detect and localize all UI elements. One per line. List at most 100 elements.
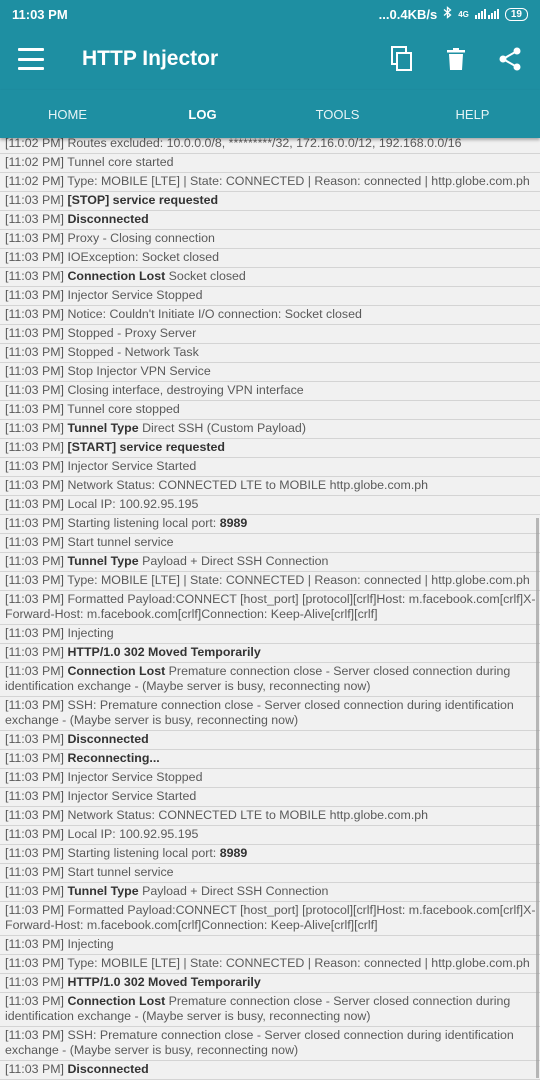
network-type: 4G xyxy=(458,9,469,19)
tab-bar: HOME LOG TOOLS HELP xyxy=(0,90,540,138)
log-row: [11:03 PM] IOException: Socket closed xyxy=(0,249,540,268)
log-message: Tunnel core stopped xyxy=(67,402,180,416)
log-port: 8989 xyxy=(219,516,248,530)
log-message: Injector Service Started xyxy=(67,789,197,803)
log-timestamp: [11:03 PM] xyxy=(5,478,65,492)
log-keyword: Disconnected xyxy=(67,212,149,226)
log-keyword: Connection Lost xyxy=(67,994,166,1008)
log-row: [11:03 PM] Local IP: 100.92.95.195 xyxy=(0,826,540,845)
log-row: [11:03 PM] Connection Lost Socket closed xyxy=(0,268,540,287)
log-keyword: Tunnel Type xyxy=(67,554,139,568)
log-message: Injecting xyxy=(67,937,114,951)
log-timestamp: [11:03 PM] xyxy=(5,846,65,860)
status-bar: 11:03 PM ...0.4KB/s 4G 19 xyxy=(0,0,540,28)
log-keyword: Reconnecting... xyxy=(67,751,160,765)
log-timestamp: [11:03 PM] xyxy=(5,645,65,659)
tab-tools[interactable]: TOOLS xyxy=(270,90,405,138)
network-speed: ...0.4KB/s xyxy=(378,6,438,22)
log-row: [11:03 PM] SSH: Premature connection clo… xyxy=(0,1027,540,1061)
log-row: [11:03 PM] Disconnected xyxy=(0,1061,540,1080)
log-message: Local IP: 100.92.95.195 xyxy=(67,827,199,841)
log-row: [11:03 PM] Tunnel Type Payload + Direct … xyxy=(0,883,540,902)
log-row: [11:02 PM] Type: MOBILE [LTE] | State: C… xyxy=(0,173,540,192)
log-message: SSH: Premature connection close - Server… xyxy=(5,698,514,727)
scrollbar[interactable] xyxy=(536,518,539,1078)
log-list[interactable]: [11:02 PM] Routes excluded: 10.0.0.0/8, … xyxy=(0,138,540,1080)
log-row: [11:03 PM] Injector Service Started xyxy=(0,788,540,807)
log-message: Stopped - Proxy Server xyxy=(67,326,197,340)
log-message: Socket closed xyxy=(168,269,246,283)
log-row: [11:03 PM] Type: MOBILE [LTE] | State: C… xyxy=(0,955,540,974)
log-message: Injector Service Started xyxy=(67,459,197,473)
tab-log[interactable]: LOG xyxy=(135,90,270,138)
log-timestamp: [11:03 PM] xyxy=(5,903,65,917)
log-row: [11:03 PM] Formatted Payload:CONNECT [ho… xyxy=(0,591,540,625)
log-timestamp: [11:03 PM] xyxy=(5,402,65,416)
log-row: [11:03 PM] Tunnel core stopped xyxy=(0,401,540,420)
copy-icon[interactable] xyxy=(388,45,416,73)
log-timestamp: [11:02 PM] xyxy=(5,174,65,188)
log-message: Routes excluded: 10.0.0.0/8, *********/3… xyxy=(67,138,462,150)
log-row: [11:03 PM] Notice: Couldn't Initiate I/O… xyxy=(0,306,540,325)
log-timestamp: [11:03 PM] xyxy=(5,1028,65,1042)
log-message: Network Status: CONNECTED LTE to MOBILE … xyxy=(67,808,429,822)
log-message: Start tunnel service xyxy=(67,865,174,879)
log-timestamp: [11:03 PM] xyxy=(5,345,65,359)
log-row: [11:03 PM] Connection Lost Premature con… xyxy=(0,993,540,1027)
log-message: Payload + Direct SSH Connection xyxy=(142,884,329,898)
log-row: [11:03 PM] Formatted Payload:CONNECT [ho… xyxy=(0,902,540,936)
log-row: [11:03 PM] Stopped - Network Task xyxy=(0,344,540,363)
log-timestamp: [11:03 PM] xyxy=(5,364,65,378)
log-message: Tunnel core started xyxy=(67,155,174,169)
log-message: IOException: Socket closed xyxy=(67,250,219,264)
log-message: Type: MOBILE [LTE] | State: CONNECTED | … xyxy=(67,573,530,587)
log-message: Notice: Couldn't Initiate I/O connection… xyxy=(67,307,362,321)
log-row: [11:03 PM] Local IP: 100.92.95.195 xyxy=(0,496,540,515)
log-keyword: [START] service requested xyxy=(67,440,225,454)
status-time: 11:03 PM xyxy=(12,6,68,22)
log-message: Injector Service Stopped xyxy=(67,770,203,784)
log-row: [11:02 PM] Tunnel core started xyxy=(0,154,540,173)
log-row: [11:03 PM] Tunnel Type Direct SSH (Custo… xyxy=(0,420,540,439)
log-row: [11:03 PM] HTTP/1.0 302 Moved Temporaril… xyxy=(0,974,540,993)
log-timestamp: [11:03 PM] xyxy=(5,956,65,970)
menu-icon[interactable] xyxy=(18,48,44,70)
log-timestamp: [11:03 PM] xyxy=(5,250,65,264)
bluetooth-icon xyxy=(443,6,452,22)
log-timestamp: [11:02 PM] xyxy=(5,155,65,169)
log-timestamp: [11:03 PM] xyxy=(5,937,65,951)
log-message: Formatted Payload:CONNECT [host_port] [p… xyxy=(5,903,536,932)
tab-help[interactable]: HELP xyxy=(405,90,540,138)
log-message: Start tunnel service xyxy=(67,535,174,549)
log-timestamp: [11:03 PM] xyxy=(5,732,65,746)
log-message: Formatted Payload:CONNECT [host_port] [p… xyxy=(5,592,536,621)
log-port: 8989 xyxy=(219,846,248,860)
log-message: SSH: Premature connection close - Server… xyxy=(5,1028,514,1057)
tab-home[interactable]: HOME xyxy=(0,90,135,138)
log-keyword: Connection Lost xyxy=(67,269,166,283)
battery-indicator: 19 xyxy=(504,7,528,21)
log-row: [11:03 PM] Closing interface, destroying… xyxy=(0,382,540,401)
log-row: [11:03 PM] Stop Injector VPN Service xyxy=(0,363,540,382)
log-row: [11:03 PM] Start tunnel service xyxy=(0,534,540,553)
share-icon[interactable] xyxy=(496,45,524,73)
signal-icon xyxy=(474,7,499,22)
log-row: [11:03 PM] [START] service requested xyxy=(0,439,540,458)
log-row: [11:03 PM] Injector Service Stopped xyxy=(0,769,540,788)
log-row: [11:03 PM] Injector Service Started xyxy=(0,458,540,477)
log-row: [11:03 PM] Type: MOBILE [LTE] | State: C… xyxy=(0,572,540,591)
delete-icon[interactable] xyxy=(442,45,470,73)
log-timestamp: [11:03 PM] xyxy=(5,288,65,302)
log-row: [11:03 PM] Stopped - Proxy Server xyxy=(0,325,540,344)
log-timestamp: [11:03 PM] xyxy=(5,212,65,226)
log-timestamp: [11:03 PM] xyxy=(5,865,65,879)
log-message: Injecting xyxy=(67,626,114,640)
log-entries: [11:02 PM] Routes excluded: 10.0.0.0/8, … xyxy=(0,138,540,1080)
log-row: [11:03 PM] Injector Service Stopped xyxy=(0,287,540,306)
log-timestamp: [11:03 PM] xyxy=(5,383,65,397)
log-timestamp: [11:03 PM] xyxy=(5,884,65,898)
log-timestamp: [11:03 PM] xyxy=(5,440,65,454)
log-row: [11:03 PM] Injecting xyxy=(0,936,540,955)
log-row: [11:03 PM] Starting listening local port… xyxy=(0,845,540,864)
log-message: Closing interface, destroying VPN interf… xyxy=(67,383,304,397)
